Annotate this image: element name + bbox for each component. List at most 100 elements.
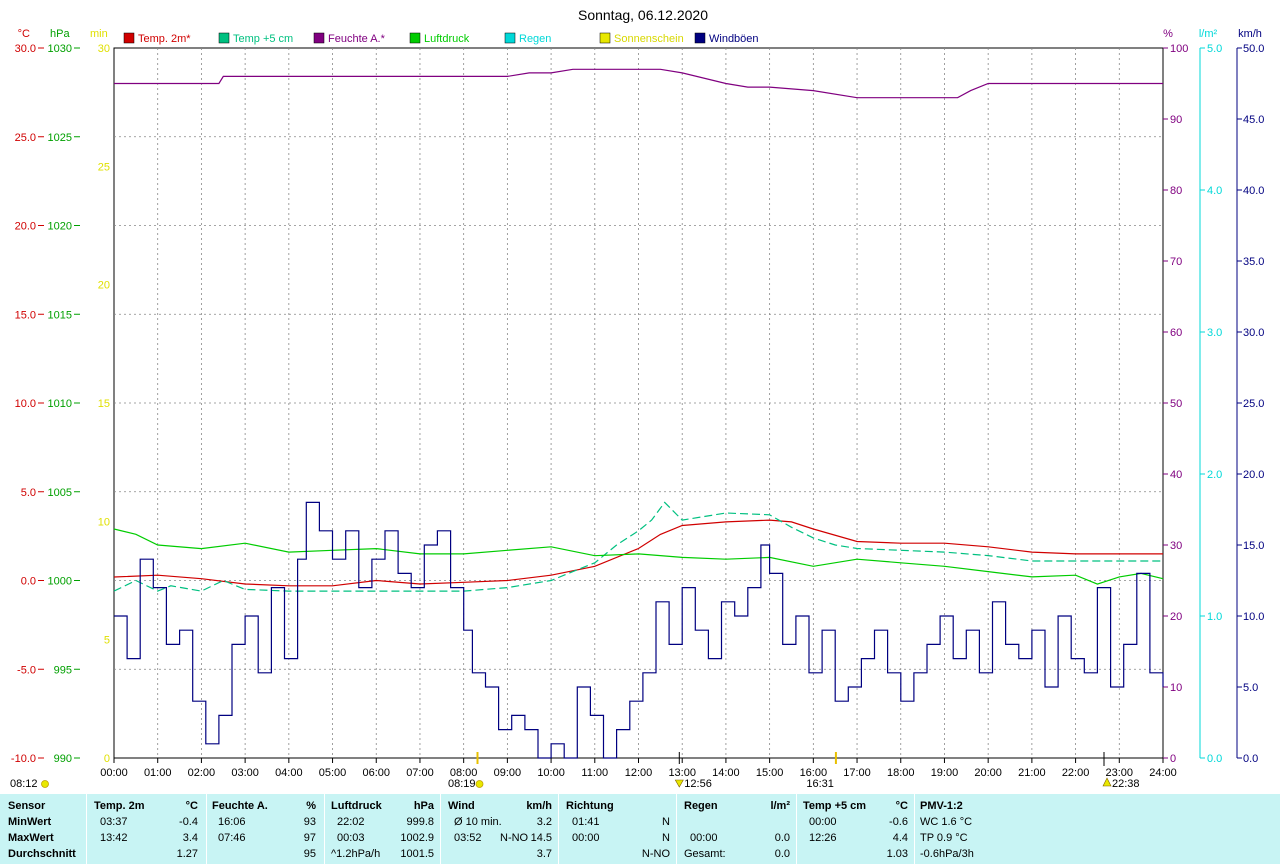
humidity-tick-8: 20 xyxy=(1170,611,1182,623)
rain-tick-4: 1.0 xyxy=(1207,611,1222,623)
rain-tick-3: 2.0 xyxy=(1207,469,1222,481)
temp-tick-5: 5.0 xyxy=(21,487,36,499)
x-tick-24: 24:00 xyxy=(1149,767,1177,779)
x-tick-3: 03:00 xyxy=(231,767,259,779)
direction-row2-value: N xyxy=(662,832,670,844)
weather-chart: Sonntag, 06.12.2020 Temp. 2m* Temp +5 cm F… xyxy=(10,7,1265,790)
row-min-label: MinWert xyxy=(8,816,52,828)
sunshine-tick-1: 25 xyxy=(98,161,110,173)
wind-tick-10: 0.0 xyxy=(1243,753,1258,765)
x-tick-6: 06:00 xyxy=(362,767,390,779)
pressure-tick-5: 1005 xyxy=(48,487,72,499)
humidity-tick-6: 40 xyxy=(1170,469,1182,481)
legend-label-4: Regen xyxy=(519,33,551,45)
legend: Temp. 2m* Temp +5 cm Feuchte A.* Luftdruck R… xyxy=(123,32,759,45)
x-tick-20: 20:00 xyxy=(974,767,1002,779)
legend-label-6: Windböen xyxy=(709,33,759,45)
direction-row2-time: 00:00 xyxy=(572,832,600,844)
pressure-tick-1: 1025 xyxy=(48,132,72,144)
direction-avg-value: N-NO xyxy=(641,848,670,860)
x-tick-10: 10:00 xyxy=(537,767,565,779)
x-axis-ticks: 00:00 01:00 02:00 03:00 04:00 05:00 06:00 07:00… xyxy=(100,758,1177,779)
header-pmv: PMV-1:2 xyxy=(920,800,963,812)
unit-wind: km/h xyxy=(1238,28,1262,40)
temp2m-avg-value: 1.27 xyxy=(176,848,198,860)
pressure-tick-4: 1010 xyxy=(48,398,72,410)
pressure-tick-0: 1030 xyxy=(48,43,72,55)
legend-swatch-2 xyxy=(313,32,325,44)
humidity-tick-7: 30 xyxy=(1170,540,1182,552)
noon-label: 12:56 xyxy=(684,778,712,790)
legend-label-2: Feuchte A.* xyxy=(328,33,386,45)
pressure-min-time: 22:02 xyxy=(337,816,365,828)
unit-sunshine: min xyxy=(90,28,108,40)
pressure-tick-8: 990 xyxy=(54,753,72,765)
x-tick-2: 02:00 xyxy=(188,767,216,779)
unit-rain: l/m² xyxy=(1199,28,1218,40)
wind-max-time: 03:52 xyxy=(454,832,482,844)
header-humidity-unit: % xyxy=(306,800,316,812)
humidity-tick-2: 80 xyxy=(1170,185,1182,197)
moonrise-icon xyxy=(1102,777,1112,787)
temp-tick-4: 10.0 xyxy=(15,398,36,410)
x-tick-18: 18:00 xyxy=(887,767,915,779)
pressure-tick-3: 1015 xyxy=(48,309,72,321)
humidity-tick-9: 10 xyxy=(1170,682,1182,694)
humidity-tick-10: 0 xyxy=(1170,753,1176,765)
chart-title: Sonntag, 06.12.2020 xyxy=(578,7,708,23)
wind-tick-0: 50.0 xyxy=(1243,43,1264,55)
rain-total-value: 0.0 xyxy=(774,848,790,860)
rain-total-label: Gesamt: xyxy=(684,848,726,860)
direction-row1-time: 01:41 xyxy=(572,816,600,828)
legend-swatch-5 xyxy=(599,32,611,44)
rain-max-value: 0.0 xyxy=(774,832,790,844)
noon-icon xyxy=(674,779,684,788)
legend-swatch-3 xyxy=(409,32,421,44)
temp5-min-value: -0.6 xyxy=(889,816,908,828)
sunset-label: 16:31 xyxy=(806,778,834,790)
x-tick-9: 09:00 xyxy=(494,767,522,779)
pressure-avg-value: 1001.5 xyxy=(400,848,434,860)
direction-row1-value: N xyxy=(662,816,670,828)
x-tick-15: 15:00 xyxy=(756,767,784,779)
humidity-avg-value: 95 xyxy=(303,848,316,860)
pmv-windchill: WC 1.6 °C xyxy=(920,816,973,828)
wind-avg-value: 3.7 xyxy=(536,848,552,860)
x-tick-11: 11:00 xyxy=(581,767,608,779)
unit-humidity: % xyxy=(1163,28,1173,40)
marker-left-label: 08:12 xyxy=(10,778,38,790)
temp-tick-3: 15.0 xyxy=(15,309,36,321)
x-tick-0: 00:00 xyxy=(100,767,128,779)
temp5-max-value: 4.4 xyxy=(892,832,908,844)
wind-max-value: 14.5 xyxy=(530,832,552,844)
temp2m-max-value: 3.4 xyxy=(182,832,198,844)
sunshine-tick-3: 15 xyxy=(98,398,110,410)
temp-tick-8: -10.0 xyxy=(11,753,36,765)
temp-tick-0: 30.0 xyxy=(15,43,36,55)
sunshine-tick-2: 20 xyxy=(98,280,110,292)
legend-label-5: Sonnenschein xyxy=(614,33,684,45)
axis-ticks: 30.025.020.015.010.05.00.0-5.0-10.010301… xyxy=(11,43,1265,765)
temp-tick-6: 0.0 xyxy=(21,576,36,588)
pressure-tick-6: 1000 xyxy=(48,576,72,588)
wind-tick-9: 5.0 xyxy=(1243,682,1258,694)
sunshine-tick-4: 10 xyxy=(98,516,110,528)
temp5-min-time: 00:00 xyxy=(809,816,837,828)
x-tick-1: 01:00 xyxy=(144,767,172,779)
moonrise-label: 22:38 xyxy=(1112,778,1140,790)
wind-avg10-label: Ø 10 min. xyxy=(454,816,502,828)
humidity-max-time: 07:46 xyxy=(218,832,246,844)
pressure-max-time: 00:03 xyxy=(337,832,365,844)
humidity-max-value: 97 xyxy=(303,832,316,844)
sunshine-tick-5: 5 xyxy=(104,635,110,647)
x-tick-7: 07:00 xyxy=(406,767,434,779)
header-rain: Regen xyxy=(684,800,718,812)
wind-avg10-value: 3.2 xyxy=(536,816,552,828)
legend-swatch-6 xyxy=(694,32,706,44)
rain-tick-0: 5.0 xyxy=(1207,43,1222,55)
humidity-tick-3: 70 xyxy=(1170,256,1182,268)
header-wind: Wind xyxy=(448,800,475,812)
humidity-min-time: 16:06 xyxy=(218,816,246,828)
row-avg-label: Durchschnitt xyxy=(8,848,76,860)
header-wind-unit: km/h xyxy=(526,800,552,812)
